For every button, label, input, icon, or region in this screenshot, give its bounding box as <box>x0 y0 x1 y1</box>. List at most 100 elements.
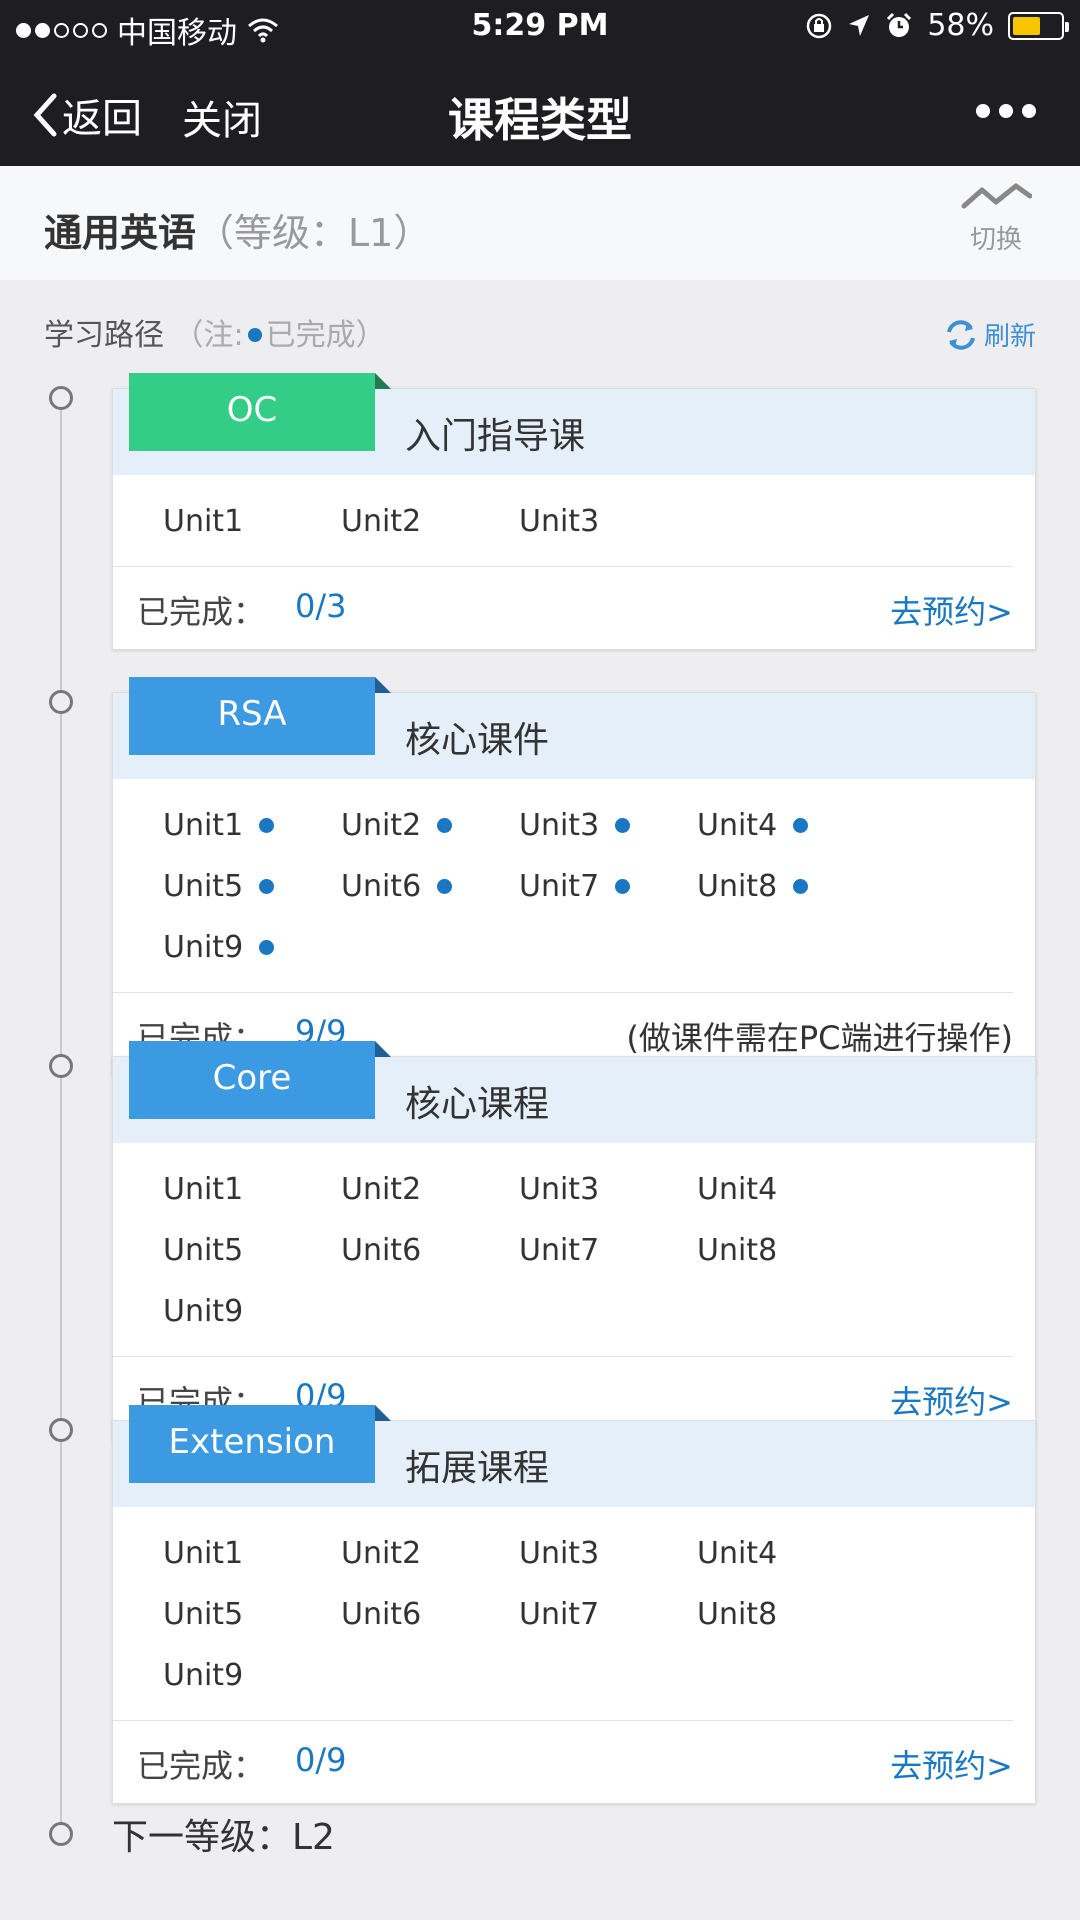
unit-item[interactable]: Unit8 <box>697 1584 875 1645</box>
course-header: 通用英语（等级：L1） 切换 <box>0 166 1080 280</box>
page-title: 课程类型 <box>448 93 632 147</box>
trend-line-icon <box>961 183 1033 209</box>
book-link[interactable]: 去预约> <box>890 1741 1013 1787</box>
nav-bar: 返回 关闭 课程类型 <box>0 54 1080 166</box>
unit-item[interactable]: Unit1 <box>163 1523 341 1584</box>
module-header: RSA 核心课件 <box>113 677 1035 779</box>
completed-dot-icon <box>247 327 262 342</box>
book-link[interactable]: 去预约> <box>890 1377 1013 1423</box>
completed-label: 已完成： <box>137 1747 266 1785</box>
module-tag: Core <box>129 1041 391 1119</box>
module-header: Extension 拓展课程 <box>113 1405 1035 1507</box>
completed-dot-icon <box>615 818 631 833</box>
unit-item[interactable]: Unit4 <box>697 1159 875 1220</box>
module-tag: RSA <box>129 677 391 755</box>
timeline-node <box>49 1822 73 1846</box>
timeline-node <box>49 386 73 410</box>
module-card-extension: Extension 拓展课程 Unit1 Unit2 Unit3 Unit4 U… <box>112 1405 1036 1804</box>
refresh-button[interactable]: 刷新 <box>942 316 1036 353</box>
unit-item[interactable]: Unit3 <box>519 1159 697 1220</box>
unit-item[interactable]: Unit7 <box>519 1584 697 1645</box>
next-level[interactable]: 下一等级：L2 <box>112 1808 335 1860</box>
more-dot-icon <box>999 104 1013 118</box>
unit-list: Unit1 Unit2 Unit3 Unit4 Unit5 Unit6 Unit… <box>113 779 1013 993</box>
battery-icon <box>1008 11 1069 40</box>
unit-list: Unit1 Unit2 Unit3 Unit4 Unit5 Unit6 Unit… <box>113 1143 1013 1357</box>
timeline-node <box>49 1418 73 1442</box>
refresh-label: 刷新 <box>983 322 1036 352</box>
unit-item[interactable]: Unit1 <box>163 1159 341 1220</box>
unit-item[interactable]: Unit3 <box>519 1523 697 1584</box>
unit-item[interactable]: Unit9 <box>163 1281 341 1342</box>
more-dot-icon <box>1022 104 1036 118</box>
unit-list: Unit1 Unit2 Unit3 Unit4 Unit5 Unit6 Unit… <box>113 1507 1013 1721</box>
status-right: 58% <box>805 8 1069 43</box>
completed-label: 已完成： <box>137 593 266 631</box>
unit-item[interactable]: Unit6 <box>341 1220 519 1281</box>
unit-item[interactable]: Unit4 <box>697 1523 875 1584</box>
unit-item[interactable]: Unit6 <box>341 1584 519 1645</box>
more-menu-button[interactable] <box>976 104 1036 118</box>
completed-dot-icon <box>793 818 809 833</box>
unit-item[interactable]: Unit5 <box>163 1220 341 1281</box>
unit-item[interactable]: Unit7 <box>519 856 697 917</box>
path-note: （注: 已完成） <box>173 318 386 353</box>
timeline-node <box>49 1054 73 1078</box>
switch-label: 切换 <box>969 225 1022 255</box>
course-level: （等级：L1） <box>196 211 432 255</box>
path-label: 学习路径 <box>44 318 164 353</box>
book-link[interactable]: 去预约> <box>890 587 1013 633</box>
completed-dot-icon <box>259 940 275 955</box>
switch-button[interactable]: 切换 <box>956 180 1036 256</box>
unit-item[interactable]: Unit3 <box>519 795 697 856</box>
course-name: 通用英语 <box>44 211 197 255</box>
module-footer: 已完成： 0/3 去预约> <box>113 567 1035 649</box>
module-tag: Extension <box>129 1405 391 1483</box>
more-dot-icon <box>976 104 990 118</box>
completed-dot-icon <box>793 879 809 894</box>
unit-item[interactable]: Unit2 <box>341 1159 519 1220</box>
rotation-lock-icon <box>807 13 832 38</box>
completed-dot-icon <box>259 818 275 833</box>
completed-dot-icon <box>437 818 453 833</box>
timeline-line <box>60 400 62 1832</box>
unit-item[interactable]: Unit2 <box>341 795 519 856</box>
module-card-core: Core 核心课程 Unit1 Unit2 Unit3 Unit4 Unit5 … <box>112 1041 1036 1440</box>
unit-item[interactable]: Unit3 <box>519 491 697 552</box>
location-icon <box>849 14 870 36</box>
unit-item[interactable]: Unit9 <box>163 1645 341 1706</box>
unit-item[interactable]: Unit8 <box>697 856 875 917</box>
completed-count: 0/9 <box>295 1741 347 1779</box>
module-card-oc: OC 入门指导课 Unit1 Unit2 Unit3 已完成： 0/3 去预约> <box>112 373 1036 650</box>
unit-item[interactable]: Unit4 <box>697 795 875 856</box>
unit-item[interactable]: Unit1 <box>163 491 341 552</box>
unit-item[interactable]: Unit6 <box>341 856 519 917</box>
completed-dot-icon <box>259 879 275 894</box>
module-name: 入门指导课 <box>405 416 586 457</box>
completed-dot-icon <box>615 879 631 894</box>
path-header: 学习路径 （注: 已完成） <box>44 310 386 354</box>
alarm-icon <box>887 12 912 37</box>
module-header: OC 入门指导课 <box>113 373 1035 475</box>
module-name: 拓展课程 <box>405 1448 550 1489</box>
unit-item[interactable]: Unit2 <box>341 491 519 552</box>
unit-item[interactable]: Unit9 <box>163 917 341 978</box>
timeline-node <box>49 690 73 714</box>
refresh-icon <box>947 319 975 350</box>
status-bar: 中国移动 5:29 PM 58% <box>0 0 1080 54</box>
module-header: Core 核心课程 <box>113 1041 1035 1143</box>
pc-only-note: (做课件需在PC端进行操作) <box>626 1019 1013 1057</box>
module-card-rsa: RSA 核心课件 Unit1 Unit2 Unit3 Unit4 Unit5 U… <box>112 677 1036 1076</box>
module-name: 核心课件 <box>405 720 550 761</box>
unit-item[interactable]: Unit2 <box>341 1523 519 1584</box>
completed-dot-icon <box>437 879 453 894</box>
unit-item[interactable]: Unit1 <box>163 795 341 856</box>
unit-item[interactable]: Unit8 <box>697 1220 875 1281</box>
unit-item[interactable]: Unit5 <box>163 856 341 917</box>
module-name: 核心课程 <box>405 1084 550 1125</box>
completed-count: 0/3 <box>295 587 347 625</box>
module-footer: 已完成： 0/9 去预约> <box>113 1721 1035 1803</box>
battery-percent: 58% <box>927 8 994 43</box>
unit-item[interactable]: Unit5 <box>163 1584 341 1645</box>
unit-item[interactable]: Unit7 <box>519 1220 697 1281</box>
